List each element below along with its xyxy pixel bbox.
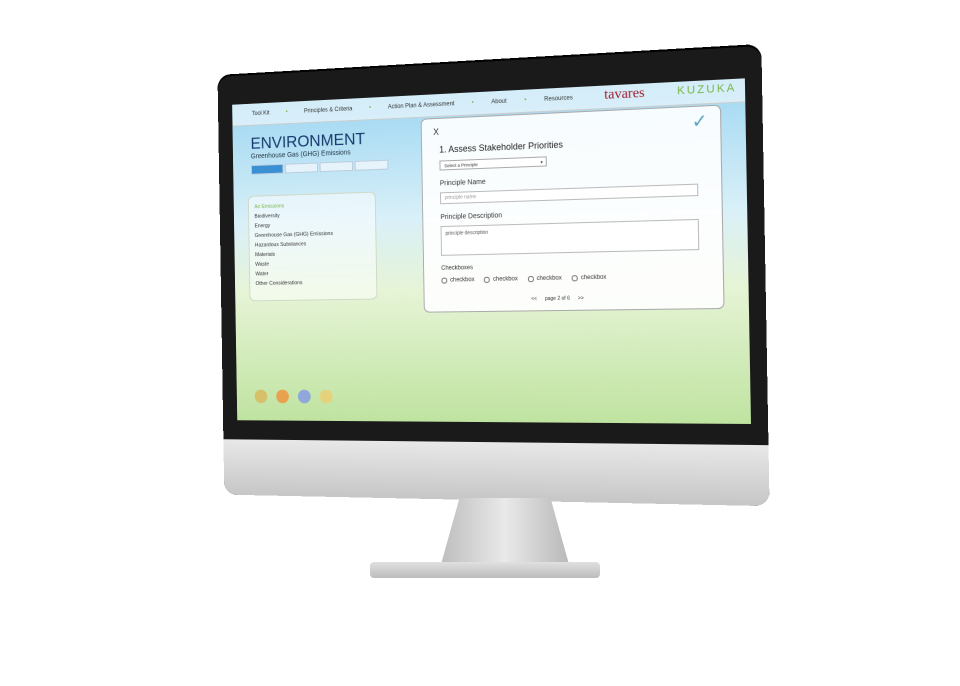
nav-separator: • (369, 105, 372, 112)
tab-4[interactable] (354, 159, 389, 171)
monitor-stand-base (370, 562, 600, 578)
principle-description-label: Principle Description (440, 212, 503, 222)
principle-select[interactable]: Select a Principle ▾ (439, 156, 547, 171)
monitor-chin (223, 439, 770, 507)
checkbox-item[interactable]: checkbox (527, 275, 562, 283)
list-item[interactable]: Materials (255, 250, 370, 258)
nav-item-principles[interactable]: Principles & Criteria (304, 106, 352, 114)
list-item[interactable]: Water (255, 269, 370, 277)
screen: Tool Kit • Principles & Criteria • Actio… (232, 78, 752, 425)
chevron-down-icon: ▾ (540, 159, 543, 165)
nav-item-tool-kit[interactable]: Tool Kit (252, 111, 270, 118)
principle-name-label: Principle Name (439, 178, 486, 188)
list-item[interactable]: Air Emissions (254, 201, 369, 210)
checkbox-text: checkbox (580, 274, 607, 282)
principle-name-input[interactable]: principle name (439, 183, 699, 205)
pagination: << page 2 of 6 >> (531, 295, 584, 302)
monitor-stand (440, 498, 570, 568)
checkbox[interactable] (441, 277, 448, 284)
next-page-button[interactable]: >> (578, 295, 584, 301)
decorative-balloons (254, 389, 333, 404)
principle-select-value: Select a Principle (444, 162, 478, 169)
page-indicator: page 2 of 6 (544, 295, 570, 303)
nav-item-resources[interactable]: Resources (544, 95, 573, 102)
nav-item-about[interactable]: About (491, 99, 506, 106)
dialog-title: 1. Assess Stakeholder Priorities (439, 139, 564, 155)
checkbox-item[interactable]: checkbox (484, 276, 518, 283)
checkbox[interactable] (484, 276, 491, 283)
balloon-icon (297, 389, 311, 404)
balloon-icon (319, 389, 333, 404)
brand-logo-kuzuka: KUZUKA (676, 81, 737, 98)
close-button[interactable]: X (433, 127, 439, 137)
nav-separator: • (285, 109, 288, 116)
nav-item-action-plan[interactable]: Action Plan & Assessment (388, 101, 455, 110)
list-item[interactable]: Greenhouse Gas (GHG) Emissions (255, 230, 370, 239)
checkbox-text: checkbox (450, 277, 475, 284)
tab-1[interactable] (250, 163, 284, 175)
checkbox[interactable] (527, 276, 534, 283)
checkboxes-label: Checkboxes (441, 265, 474, 272)
monitor-bezel: Tool Kit • Principles & Criteria • Actio… (217, 43, 770, 507)
list-item[interactable]: Hazardous Substances (255, 240, 370, 248)
checkbox-text: checkbox (492, 276, 518, 283)
assess-priorities-dialog: X ✓ 1. Assess Stakeholder Priorities Sel… (420, 104, 725, 313)
checkbox-item[interactable]: checkbox (441, 277, 475, 284)
list-item[interactable]: Energy (255, 220, 370, 229)
balloon-icon (276, 389, 289, 404)
list-item[interactable]: Other Considerations (255, 279, 370, 287)
balloon-icon (254, 389, 268, 404)
checkbox-item[interactable]: checkbox (571, 274, 607, 282)
principle-description-textarea[interactable]: principle description (440, 218, 700, 256)
checkbox-text: checkbox (536, 275, 562, 283)
nav-separator: • (524, 97, 527, 104)
list-item[interactable]: Biodiversity (254, 210, 369, 220)
brand-logo-tavares: tavares (604, 85, 645, 103)
checkbox[interactable] (571, 275, 578, 282)
prev-page-button[interactable]: << (531, 296, 537, 302)
list-item[interactable]: Waste (255, 259, 370, 268)
tab-3[interactable] (319, 161, 353, 173)
apple-logo-icon (471, 454, 495, 482)
checkbox-group: checkbox checkbox checkbox checkbox (441, 275, 606, 284)
nav-separator: • (471, 100, 474, 107)
checkmark-icon: ✓ (691, 110, 708, 132)
imac-mockup: Tool Kit • Principles & Criteria • Actio… (0, 0, 960, 686)
tab-2[interactable] (285, 162, 318, 174)
category-list: Air Emissions Biodiversity Energy Greenh… (247, 191, 378, 302)
section-tabs (250, 159, 389, 175)
